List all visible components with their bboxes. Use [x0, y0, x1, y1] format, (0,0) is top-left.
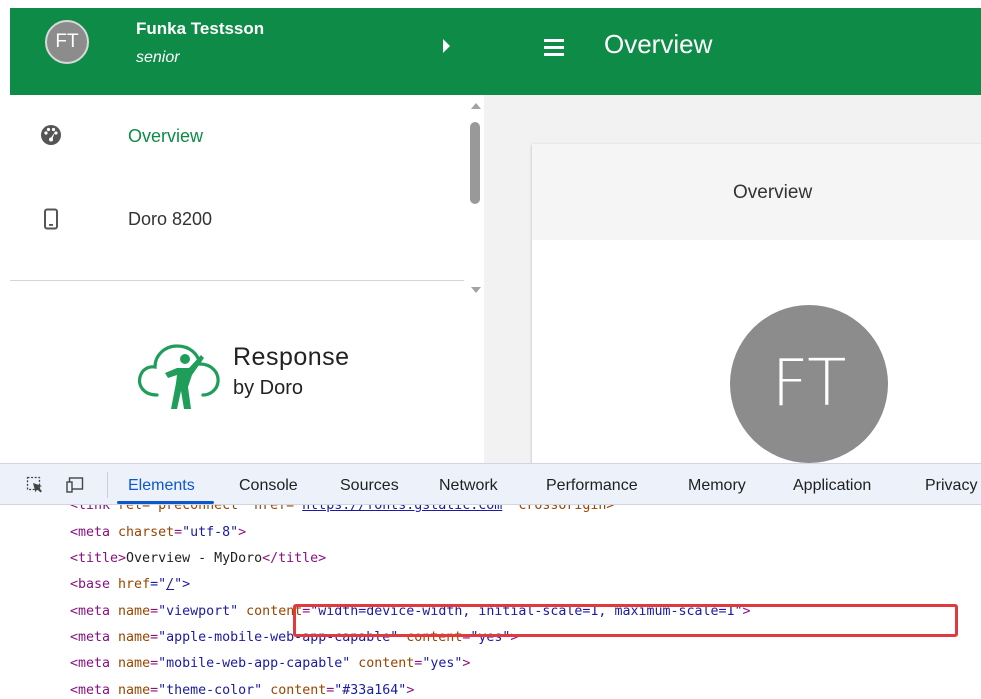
brand-subtitle: by Doro	[233, 377, 304, 399]
sidebar-item-label: Doro 8200	[128, 209, 213, 229]
sidebar-scrollbar[interactable]	[467, 95, 484, 295]
dashboard-gauge-icon	[41, 125, 61, 145]
device-toolbar-icon[interactable]	[66, 476, 84, 494]
card-title: Overview	[733, 182, 813, 203]
tab-memory[interactable]: Memory	[688, 477, 746, 495]
scroll-down-arrow-icon[interactable]	[471, 287, 481, 293]
elements-dom-tree: <link rel="preconnect" href="https://fon…	[0, 505, 981, 699]
phone-icon	[44, 208, 58, 230]
dom-line-meta-theme-color[interactable]: <meta name="theme-color" content="#33a16…	[70, 683, 414, 698]
nav-divider	[10, 280, 464, 281]
user-role: senior	[136, 49, 180, 66]
highlight-box	[293, 604, 958, 637]
brand-logo: Response by Doro	[135, 333, 375, 413]
inspect-element-icon[interactable]	[26, 476, 44, 494]
top-app-bar: Overview	[484, 8, 981, 95]
overview-card: Overview FT	[532, 144, 981, 463]
active-tab-indicator	[117, 501, 214, 504]
dom-line-base[interactable]: <base href="/">	[70, 577, 190, 592]
app-window: FT Funka Testsson senior Overview Overvi…	[0, 0, 981, 463]
tab-network[interactable]: Network	[439, 477, 498, 495]
dom-line-meta-charset[interactable]: <meta charset="utf-8">	[70, 525, 246, 540]
sidebar-item-overview[interactable]: Overview	[10, 95, 464, 175]
dom-line-meta-mobile-capable[interactable]: <meta name="mobile-web-app-capable" cont…	[70, 656, 470, 671]
toolbar-separator	[107, 472, 108, 498]
hamburger-menu-icon[interactable]	[544, 39, 564, 56]
card-header: Overview	[532, 144, 981, 240]
response-logo-icon	[137, 344, 220, 409]
scroll-up-arrow-icon[interactable]	[471, 103, 481, 109]
page-title: Overview	[604, 29, 713, 59]
brand-name: Response	[233, 343, 350, 371]
scroll-thumb[interactable]	[470, 122, 480, 204]
dom-line-title[interactable]: <title>Overview - MyDoro</title>	[70, 551, 326, 566]
tab-sources[interactable]: Sources	[340, 477, 399, 495]
devtools-toolbar: Elements Console Sources Network Perform…	[0, 463, 981, 505]
sidebar-header: FT Funka Testsson senior	[10, 8, 484, 95]
sidebar-item-doro-8200[interactable]: Doro 8200	[10, 177, 464, 257]
user-name: Funka Testsson	[136, 19, 265, 38]
devtools-panel: Elements Console Sources Network Perform…	[0, 463, 981, 699]
tab-console[interactable]: Console	[239, 477, 298, 495]
dom-line-link[interactable]: <link rel="preconnect" href="https://fon…	[70, 505, 614, 513]
profile-avatar: FT	[730, 305, 888, 463]
sidebar-nav: Overview Doro 8200 Response by Doro	[10, 95, 484, 463]
expand-arrow-icon[interactable]	[443, 39, 450, 53]
tab-elements[interactable]: Elements	[128, 477, 195, 495]
page-edge	[0, 0, 10, 463]
user-avatar[interactable]: FT	[45, 20, 89, 64]
sidebar-item-label: Overview	[128, 126, 204, 146]
tab-performance[interactable]: Performance	[546, 477, 638, 495]
tab-application[interactable]: Application	[793, 477, 871, 495]
main-content: Overview FT	[484, 95, 981, 463]
tab-privacy[interactable]: Privacy	[925, 477, 977, 495]
